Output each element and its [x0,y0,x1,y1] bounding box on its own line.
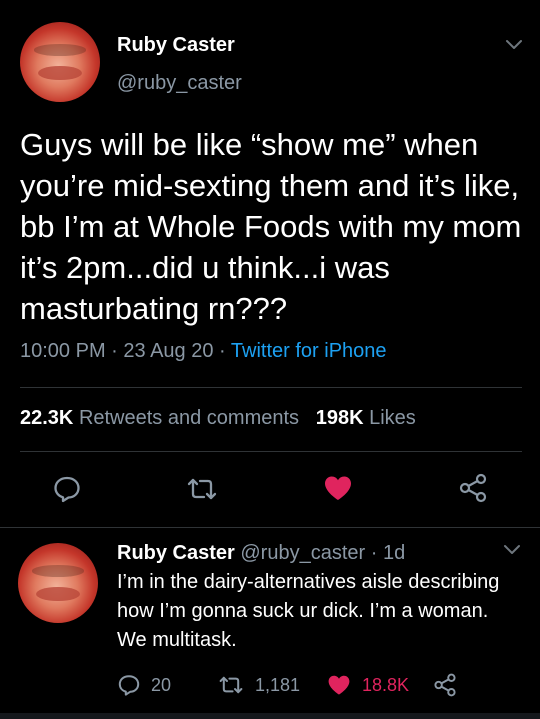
retweets-count: 22.3K [20,407,74,429]
divider [20,387,522,388]
meta-separator: · [105,340,124,362]
reply-button[interactable] [52,474,82,504]
reply-icon [118,675,140,696]
meta-separator: · [365,542,383,564]
likes-label: Likes [369,407,416,429]
retweet-button[interactable]: 1,181 [217,673,300,697]
chevron-down-icon[interactable] [502,543,522,557]
chevron-down-icon[interactable] [504,38,524,52]
likes-stat[interactable]: 198K Likes [316,407,416,429]
share-icon [459,473,487,503]
like-button[interactable]: 18.8K [326,673,409,697]
likes-count: 198K [315,407,364,429]
share-icon [434,673,456,697]
retweets-stat[interactable]: 22.3K Retweets and comments [20,407,299,429]
reply-icon [54,476,80,503]
avatar[interactable] [20,22,100,102]
share-button[interactable] [432,673,458,697]
tweet-time[interactable]: 10:00 PM [20,340,106,362]
reply-header: Ruby Caster @ruby_caster · 1d [117,542,405,565]
user-handle[interactable]: @ruby_caster [117,72,242,95]
share-button[interactable] [457,473,489,503]
tweet-stats: 22.3K Retweets and comments 198K Likes [20,407,416,430]
like-icon [325,476,351,500]
retweet-count: 1,181 [255,674,301,695]
display-name[interactable]: Ruby Caster [117,542,235,564]
tweet-date[interactable]: 23 Aug 20 [123,340,213,362]
avatar[interactable] [18,543,98,623]
like-button[interactable] [322,473,354,503]
retweet-button[interactable] [185,474,219,504]
tweet-source-link[interactable]: Twitter for iPhone [231,340,387,362]
retweet-icon [187,478,217,500]
reply-count: 20 [151,674,172,695]
like-count: 18.8K [362,674,410,695]
tweet-text: Guys will be like “show me” when you’re … [20,127,522,326]
bottom-divider [0,713,540,719]
divider [20,451,522,452]
reply-button[interactable]: 20 [117,673,171,697]
user-handle[interactable]: @ruby_caster [240,542,365,564]
like-icon [328,675,350,695]
retweet-icon [219,676,243,694]
tweet-age[interactable]: 1d [383,542,405,564]
display-name[interactable]: Ruby Caster [117,34,235,57]
tweet-timestamp: 10:00 PM · 23 Aug 20 · Twitter for iPhon… [20,340,387,363]
tweet-text: I’m in the dairy-alternatives aisle desc… [117,571,500,651]
retweets-label: Retweets and comments [78,407,300,429]
meta-separator: · [213,340,231,362]
